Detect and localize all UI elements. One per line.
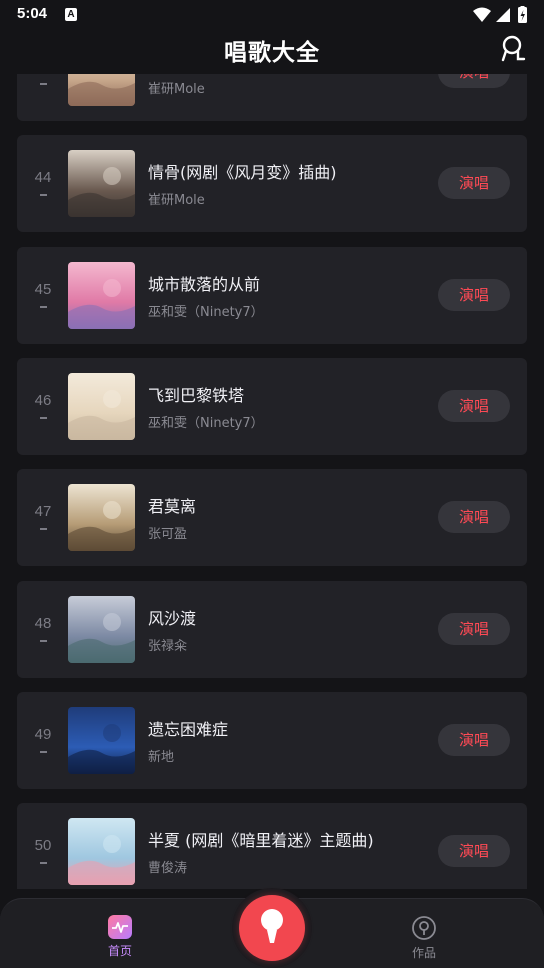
song-artist: 崔研Mole xyxy=(148,193,205,209)
song-card[interactable]: 崔研Mole 演唱 xyxy=(17,74,527,121)
rank-number: 48 xyxy=(34,614,52,632)
song-title: 情骨(网剧《风月变》插曲) xyxy=(148,163,337,183)
app-header: 唱歌大全 xyxy=(0,30,544,74)
rank-number: 44 xyxy=(34,169,52,187)
nav-home[interactable]: 首页 xyxy=(92,915,148,961)
rank-unchanged-icon xyxy=(40,83,47,85)
notification-icon: A xyxy=(65,8,77,21)
rank-number: 50 xyxy=(34,837,52,855)
center-sing-button[interactable] xyxy=(232,888,312,968)
song-artist: 巫和雯（Ninety7） xyxy=(148,304,264,320)
song-card[interactable]: 44 情骨(网剧《风月变》插曲) 崔研Mole 演唱 xyxy=(17,135,527,233)
nav-home-label: 首页 xyxy=(107,944,132,958)
rank-number: 47 xyxy=(34,503,52,521)
rank-unchanged-icon xyxy=(40,305,47,308)
album-cover[interactable] xyxy=(68,706,135,774)
song-title: 风沙渡 xyxy=(148,608,197,628)
album-cover[interactable] xyxy=(68,74,135,106)
rank-number: 45 xyxy=(34,280,52,298)
sing-button[interactable]: 演唱 xyxy=(438,74,510,88)
song-card[interactable]: 48 风沙渡张禄籴 演唱 xyxy=(17,580,527,678)
microphone-icon xyxy=(261,909,283,943)
works-icon xyxy=(411,915,437,941)
nav-works-label: 作品 xyxy=(411,946,436,960)
song-artist: 张禄籴 xyxy=(148,638,188,654)
song-title: 半夏 (网剧《暗里着迷》主题曲) xyxy=(148,831,374,851)
song-card[interactable]: 50 半夏 (网剧《暗里着迷》主题曲) 曹俊涛 演唱 xyxy=(17,803,527,889)
status-time: 5:04 xyxy=(17,5,48,22)
song-title: 城市散落的从前 xyxy=(148,274,261,294)
page-title: 唱歌大全 xyxy=(224,40,320,66)
rank-unchanged-icon xyxy=(40,750,47,753)
rank-unchanged-icon xyxy=(40,194,47,197)
sing-button[interactable]: 演唱 xyxy=(438,501,510,534)
album-cover[interactable] xyxy=(68,261,135,329)
album-cover[interactable] xyxy=(68,818,135,886)
sing-button[interactable]: 演唱 xyxy=(438,723,510,756)
pulse-icon xyxy=(108,915,132,939)
album-cover[interactable] xyxy=(68,150,135,218)
sing-button[interactable]: 演唱 xyxy=(438,612,510,645)
song-card[interactable]: 49 遗忘困难症新地 演唱 xyxy=(17,691,527,789)
rank-unchanged-icon xyxy=(40,862,47,865)
song-artist: 崔研Mole xyxy=(148,82,205,97)
wifi-signal-battery-icon xyxy=(473,6,527,23)
song-card[interactable]: 46 飞到巴黎铁塔巫和雯（Ninety7） 演唱 xyxy=(17,357,527,455)
song-card[interactable]: 45 城市散落的从前巫和雯（Ninety7） 演唱 xyxy=(17,246,527,344)
sing-button[interactable]: 演唱 xyxy=(438,389,510,422)
song-artist: 巫和雯（Ninety7） xyxy=(148,415,264,431)
song-title: 飞到巴黎铁塔 xyxy=(148,385,245,405)
album-cover[interactable] xyxy=(68,595,135,663)
rank-unchanged-icon xyxy=(40,416,47,419)
rank-unchanged-icon xyxy=(40,528,47,531)
status-bar: 5:04 A xyxy=(0,0,544,30)
rank-number: 46 xyxy=(34,391,52,409)
sing-button[interactable]: 演唱 xyxy=(438,278,510,311)
song-card[interactable]: 47 君莫离张可盈 演唱 xyxy=(17,469,527,567)
sing-button[interactable]: 演唱 xyxy=(438,835,510,868)
rank-number: 49 xyxy=(34,725,52,743)
karaoke-mic-icon[interactable] xyxy=(500,35,526,63)
album-cover[interactable] xyxy=(68,484,135,552)
nav-works[interactable]: 作品 xyxy=(396,915,452,961)
rank-unchanged-icon xyxy=(40,639,47,642)
song-title: 君莫离 xyxy=(148,497,197,517)
song-title: 遗忘困难症 xyxy=(148,719,229,739)
album-cover[interactable] xyxy=(68,372,135,440)
song-artist: 新地 xyxy=(148,749,175,765)
song-artist: 曹俊涛 xyxy=(148,861,188,877)
status-icons xyxy=(472,6,532,24)
sing-button[interactable]: 演唱 xyxy=(438,167,510,200)
song-list[interactable]: 崔研Mole 演唱 44 情骨(网剧《风月变》插曲) 崔研Mole 演唱 45 城市散落的从前… xyxy=(0,74,544,889)
center-sing-inner[interactable] xyxy=(239,895,305,961)
song-artist: 张可盈 xyxy=(148,527,188,543)
